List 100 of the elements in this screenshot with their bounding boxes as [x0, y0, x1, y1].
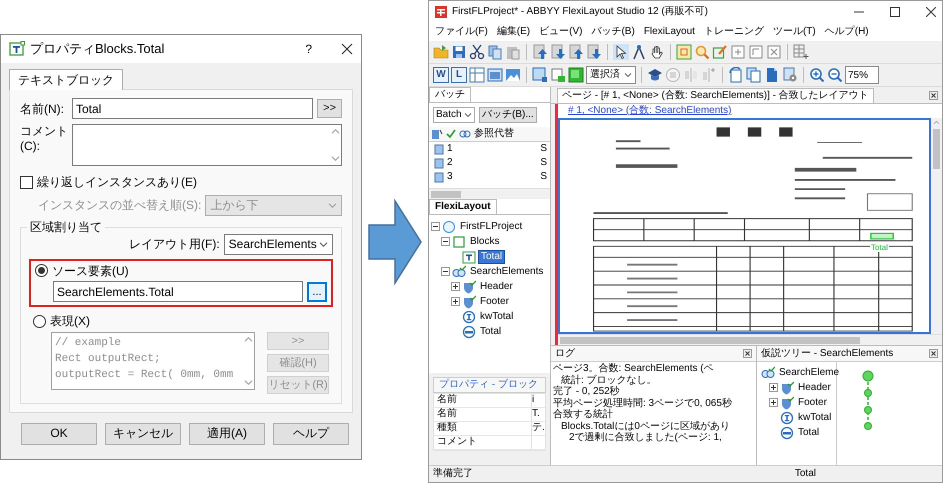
- expand-button[interactable]: >>: [317, 99, 342, 118]
- maximize-icon[interactable]: [890, 7, 900, 17]
- selection-dropdown[interactable]: 選択済: [586, 66, 636, 84]
- paste-icon[interactable]: [505, 44, 521, 60]
- close-icon[interactable]: [341, 43, 353, 55]
- browse-button[interactable]: ...: [307, 282, 327, 302]
- box-corner-icon[interactable]: [748, 44, 764, 60]
- scrollbar[interactable]: [931, 118, 942, 334]
- expand-icon[interactable]: [451, 282, 460, 291]
- magnifier-icon[interactable]: [694, 44, 710, 60]
- tree-item[interactable]: kwTotal: [796, 412, 834, 424]
- hand-icon[interactable]: [649, 44, 665, 60]
- expand-icon[interactable]: [769, 398, 778, 407]
- dialog-button[interactable]: 適用(A): [189, 422, 265, 445]
- tree-item[interactable]: Footer: [796, 396, 829, 408]
- scroll-thumb[interactable]: [431, 190, 461, 198]
- gear-page-icon[interactable]: [782, 67, 798, 83]
- tab[interactable]: テキストブロック: [9, 69, 123, 90]
- dialog-button[interactable]: キャンセル: [105, 422, 181, 445]
- scroll-thumb[interactable]: [560, 336, 860, 344]
- menu-item[interactable]: ヘルプ(H): [824, 26, 869, 38]
- compass-icon[interactable]: [631, 44, 647, 60]
- menu-item[interactable]: トレーニング: [704, 26, 764, 38]
- row-label[interactable]: 1: [447, 143, 538, 155]
- expand-icon[interactable]: [769, 383, 778, 392]
- column-plus-icon[interactable]: [701, 67, 717, 83]
- close-icon[interactable]: [929, 349, 938, 358]
- square-icon[interactable]: [568, 67, 584, 83]
- tree-item[interactable]: Total: [796, 426, 822, 438]
- comment-field[interactable]: [72, 124, 342, 166]
- small-square-icon[interactable]: [550, 67, 566, 83]
- select-box-icon[interactable]: [532, 67, 548, 83]
- zoom-out-icon[interactable]: [827, 67, 843, 83]
- tree-item[interactable]: SearchElements: [468, 266, 546, 278]
- tree-item[interactable]: Total: [478, 326, 504, 338]
- tree-item[interactable]: kwTotal: [478, 310, 516, 322]
- tree-item[interactable]: Total: [478, 250, 506, 264]
- layout-dropdown[interactable]: SearchElements: [224, 234, 333, 255]
- zoom-box-icon[interactable]: [676, 44, 692, 60]
- batch-dropdown[interactable]: Batch: [433, 107, 475, 123]
- zoom-field[interactable]: 75%: [845, 66, 879, 84]
- panel-tab[interactable]: ページ - [# 1, <None> (合数: SearchElements)] - 合致したレイアウト: [557, 88, 874, 102]
- letter-button[interactable]: W: [433, 67, 449, 83]
- menu-item[interactable]: バッチ(B): [591, 26, 635, 38]
- collapse-icon[interactable]: [441, 267, 450, 276]
- zoom-in-icon[interactable]: [809, 67, 825, 83]
- page-stack-icon[interactable]: [746, 67, 762, 83]
- panel-tab[interactable]: バッチ: [429, 87, 471, 102]
- page-up-icon[interactable]: [532, 44, 548, 60]
- scrollbar[interactable]: [429, 188, 550, 199]
- tree-item[interactable]: Footer: [478, 296, 511, 308]
- collapse-icon[interactable]: [431, 222, 440, 231]
- help-button[interactable]: ?: [305, 42, 312, 56]
- dialog-button[interactable]: ヘルプ: [273, 422, 349, 445]
- page-link[interactable]: # 1, <None> (合数: SearchElements): [558, 104, 942, 118]
- tree-item[interactable]: FirstFLProject: [458, 220, 524, 232]
- pencil-box-icon[interactable]: [712, 44, 728, 60]
- panel-tab[interactable]: ログ: [555, 348, 575, 360]
- page-rotate-icon[interactable]: [728, 67, 744, 83]
- grid-plus-icon[interactable]: [793, 44, 809, 60]
- pointer-icon[interactable]: [613, 44, 629, 60]
- graduation-cap-icon[interactable]: [647, 67, 663, 83]
- close-icon[interactable]: [926, 7, 936, 17]
- row-label[interactable]: 2: [447, 157, 538, 169]
- menu-item[interactable]: 編集(E): [496, 26, 530, 38]
- folder-icon[interactable]: [433, 44, 449, 60]
- page-down-icon[interactable]: [586, 44, 602, 60]
- page-down-icon[interactable]: [550, 44, 566, 60]
- grid-icon[interactable]: [469, 67, 485, 83]
- close-icon[interactable]: [929, 90, 938, 100]
- letter-button[interactable]: L: [451, 67, 467, 83]
- row-label[interactable]: 3: [447, 171, 538, 183]
- window-icon[interactable]: [487, 67, 503, 83]
- tree-item[interactable]: Header: [478, 280, 515, 292]
- scrollbar[interactable]: [558, 334, 942, 345]
- dialog-button[interactable]: OK: [21, 422, 97, 445]
- menu-item[interactable]: FlexiLayout: [644, 26, 695, 38]
- page-up-icon[interactable]: [568, 44, 584, 60]
- scissors-icon[interactable]: [469, 44, 485, 60]
- tree-item[interactable]: SearchEleme: [777, 366, 842, 378]
- image-icon[interactable]: [505, 67, 521, 83]
- menu-item[interactable]: ファイル(F): [435, 26, 488, 38]
- save-icon[interactable]: [451, 44, 467, 60]
- tree-item[interactable]: Blocks: [468, 236, 502, 248]
- box-plus-icon[interactable]: [730, 44, 746, 60]
- menu-item[interactable]: ツール(T): [772, 26, 816, 38]
- scroll-thumb[interactable]: [933, 129, 940, 169]
- open-dialog-button[interactable]: バッチ(B)...: [479, 107, 537, 123]
- panel-tab[interactable]: FlexiLayout: [429, 199, 497, 214]
- radio-button[interactable]: [33, 314, 46, 328]
- tree-item[interactable]: Header: [796, 382, 833, 394]
- radio-button[interactable]: [35, 264, 48, 278]
- document-icon[interactable]: [764, 67, 780, 83]
- expand-icon[interactable]: [451, 297, 460, 306]
- source-field[interactable]: SearchElements.Total: [53, 281, 303, 302]
- name-field[interactable]: Total: [72, 98, 314, 120]
- box-x-icon[interactable]: [766, 44, 782, 60]
- close-icon[interactable]: [743, 349, 752, 358]
- copy-icon[interactable]: [487, 44, 503, 60]
- menu-item[interactable]: ビュー(V): [539, 26, 582, 38]
